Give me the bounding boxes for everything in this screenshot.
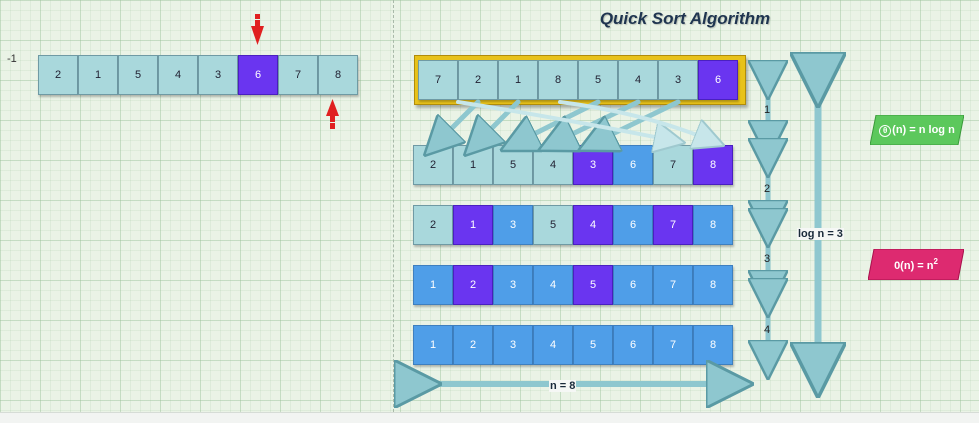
red-down-arrow-icon (251, 14, 264, 45)
worst-case-text: 0(n) = n (894, 259, 934, 272)
level-label-3: 3 (764, 253, 771, 265)
best-case-text: (n) = n log n (892, 123, 955, 136)
diagram-arrows (251, 14, 979, 422)
best-case-badge: θ (n) = n log n (870, 115, 964, 145)
level-label-2: 2 (764, 183, 771, 195)
theta-icon: θ (879, 124, 892, 137)
worst-case-exponent: 2 (933, 257, 938, 267)
red-up-arrow-icon (326, 99, 339, 129)
n-label: n = 8 (549, 380, 577, 392)
log-n-label: log n = 3 (797, 228, 844, 240)
level-label-1: 1 (764, 104, 771, 116)
partition-arrows (438, 99, 710, 142)
worst-case-badge: 0(n) = n2 (868, 249, 964, 280)
level-label-4: 4 (764, 324, 771, 336)
